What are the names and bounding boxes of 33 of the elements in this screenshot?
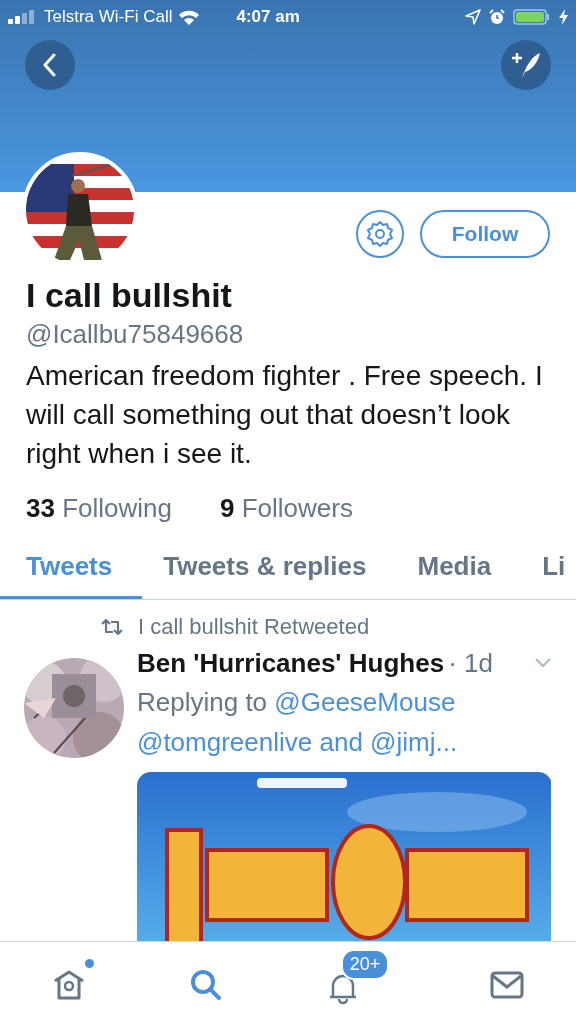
retweet-label: I call bullshit Retweeted [138,614,370,640]
location-arrow-icon [465,9,481,25]
envelope-icon [490,971,525,999]
clock-time: 4:07 am [236,7,300,27]
follow-count[interactable]: 33 Following [26,491,172,525]
mention-link[interactable]: @jimj... [370,727,458,757]
profile-tab[interactable]: Tweets [0,539,143,599]
author-name[interactable]: Ben 'Hurricanes' Hughes [137,644,445,682]
mention-link[interactable]: @GeeseMouse [274,687,456,717]
profile-bio: American freedom fighter . Free speech. I will call something out that doesn’t look right when i see it. [26,359,544,471]
follow-button[interactable]: Follow [420,210,550,258]
alarm-icon [489,9,505,25]
wifi-icon [178,9,201,25]
mention-link[interactable]: @tomgreenlive [137,727,313,757]
retweet-icon [100,618,124,636]
compose-button[interactable] [501,40,551,90]
notification-count: 20+ [340,949,390,980]
carrier-name: Telstra Wi-Fi Call [44,7,173,27]
search-icon [189,968,224,1002]
profile-tab[interactable]: Li [521,539,576,599]
back-button[interactable] [25,40,75,90]
settings-button[interactable] [356,210,404,258]
reply-line: Replying to @GeeseMouse @tomgreenlive and @jimj... [137,686,459,759]
profile-name: I call bullshit [26,275,233,316]
tweet-time: · 1d [448,647,493,680]
settings-icon [366,220,394,248]
notifications-tab[interactable]: 20+ [314,949,399,1011]
follow-count[interactable]: 9 Followers [220,491,353,525]
profile-tab[interactable]: Tweets & replies [142,539,397,599]
charging-icon [559,9,568,25]
profile-tab[interactable]: Media [396,539,522,599]
profile-handle: @Icallbu75849668 [26,318,245,351]
battery-icon [513,9,551,25]
